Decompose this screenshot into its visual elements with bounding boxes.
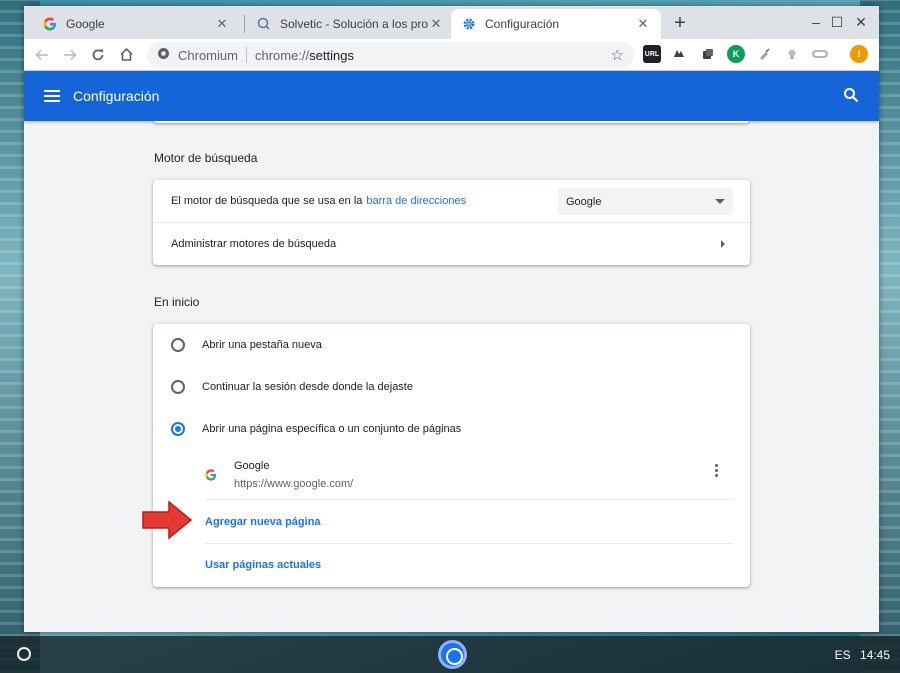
browser-window: Google ✕ Solvetic - Solución a los probl…	[24, 6, 879, 632]
k-extension-icon[interactable]: K	[727, 45, 745, 63]
manage-search-engines-row[interactable]: Administrar motores de búsqueda	[153, 222, 750, 265]
radio-button[interactable]	[171, 380, 185, 394]
gear-icon	[461, 16, 477, 32]
radio-button[interactable]	[171, 338, 185, 352]
minimize-button[interactable]: –	[806, 14, 826, 30]
search-engine-card: El motor de búsqueda que se usa en la ba…	[153, 180, 750, 265]
use-current-pages-button[interactable]: Usar páginas actuales	[205, 559, 321, 571]
tab-google[interactable]: Google ✕	[32, 9, 240, 39]
google-g-icon	[42, 16, 58, 32]
tab-strip: Google ✕ Solvetic - Solución a los probl…	[24, 6, 879, 39]
solvetic-icon	[256, 16, 272, 32]
close-window-button[interactable]: ✕	[851, 14, 871, 31]
startup-option-continue[interactable]: Continuar la sesión desde donde la dejas…	[153, 366, 750, 408]
chromium-site-icon	[157, 47, 170, 63]
radio-button-selected[interactable]	[171, 422, 185, 436]
clock: 14:45	[859, 648, 890, 662]
chevron-down-icon	[715, 199, 725, 204]
startup-page-name: Google	[234, 460, 270, 472]
search-engine-section-title: Motor de búsqueda	[154, 151, 258, 165]
bookmark-star-icon[interactable]: ☆	[611, 46, 624, 64]
add-new-page-button[interactable]: Agregar nueva página	[205, 516, 321, 528]
toolbar: Chromium chrome:// settings ☆ URL K !	[24, 39, 879, 71]
close-icon[interactable]: ✕	[428, 16, 444, 32]
more-vert-icon[interactable]	[715, 464, 719, 479]
copy-extension-icon[interactable]	[699, 45, 717, 63]
startup-option-specific-pages[interactable]: Abrir una página específica o un conjunt…	[153, 408, 750, 450]
brush-extension-icon[interactable]	[755, 45, 773, 63]
maximize-button[interactable]: ☐	[827, 14, 847, 31]
startup-option-label: Abrir una pestaña nueva	[202, 339, 322, 351]
reload-icon[interactable]	[84, 41, 112, 69]
startup-page-url: https://www.google.com/	[234, 478, 354, 490]
forward-icon[interactable]	[56, 41, 84, 69]
tab-solvetic[interactable]: Solvetic - Solución a los problem ✕	[246, 9, 454, 39]
url-extension-icon[interactable]: URL	[643, 45, 661, 63]
chevron-right-icon	[721, 240, 725, 248]
omnibox-divider	[245, 47, 247, 63]
omnibox-site-label: Chromium	[178, 47, 238, 63]
close-icon[interactable]: ✕	[214, 16, 230, 32]
google-g-icon	[205, 468, 217, 486]
launcher-icon[interactable]	[17, 647, 31, 661]
startup-section-title: En inicio	[154, 295, 200, 309]
tab-configuracion[interactable]: Configuración ✕	[451, 9, 661, 39]
home-icon[interactable]	[112, 41, 140, 69]
bulb-extension-icon[interactable]	[783, 45, 801, 63]
startup-option-label: Abrir una página específica o un conjunt…	[202, 423, 462, 435]
omnibox-host: settings	[309, 47, 354, 63]
manage-search-engines-label: Administrar motores de búsqueda	[171, 238, 337, 250]
tab-title: Solvetic - Solución a los problem	[280, 17, 428, 31]
divider	[205, 543, 733, 544]
language-indicator: ES	[834, 648, 851, 662]
close-icon[interactable]: ✕	[635, 16, 651, 32]
link-extension-icon[interactable]	[811, 45, 829, 63]
settings-content: Motor de búsqueda El motor de búsqueda q…	[24, 121, 879, 632]
search-engine-selected-value: Google	[566, 195, 602, 208]
page-title: Configuración	[73, 88, 160, 104]
shelf: ES 14:45	[0, 636, 900, 673]
tab-title: Configuración	[485, 17, 560, 31]
search-engine-row: El motor de búsqueda que se usa en la ba…	[153, 180, 750, 222]
startup-card: Abrir una pestaña nueva Continuar la ses…	[153, 324, 750, 587]
startup-page-entry: Google https://www.google.com/	[205, 450, 733, 500]
red-arrow-icon	[141, 500, 193, 545]
tab-title: Google	[66, 17, 105, 31]
search-engine-select[interactable]: Google	[558, 188, 733, 215]
status-tray[interactable]: ES 14:45	[835, 648, 890, 662]
omnibox[interactable]: Chromium chrome:// settings ☆	[147, 42, 634, 68]
back-icon[interactable]	[28, 41, 56, 69]
search-icon[interactable]	[843, 87, 859, 108]
chromium-shelf-icon[interactable]	[438, 640, 467, 669]
menu-icon[interactable]	[44, 87, 60, 105]
startup-option-label: Continuar la sesión desde donde la dejas…	[202, 381, 413, 393]
previous-card-edge	[153, 121, 750, 123]
tab-separator	[244, 15, 245, 33]
alert-extension-icon[interactable]: !	[850, 45, 868, 63]
hat-extension-icon[interactable]	[670, 45, 688, 63]
omnibox-scheme: chrome://	[254, 47, 310, 63]
startup-option-new-tab[interactable]: Abrir una pestaña nueva	[153, 324, 750, 366]
address-bar-link[interactable]: barra de direcciones	[366, 195, 466, 207]
new-tab-button[interactable]: +	[669, 12, 691, 35]
settings-header: Configuración	[24, 71, 879, 121]
search-engine-description: El motor de búsqueda que se usa en la	[171, 195, 363, 207]
